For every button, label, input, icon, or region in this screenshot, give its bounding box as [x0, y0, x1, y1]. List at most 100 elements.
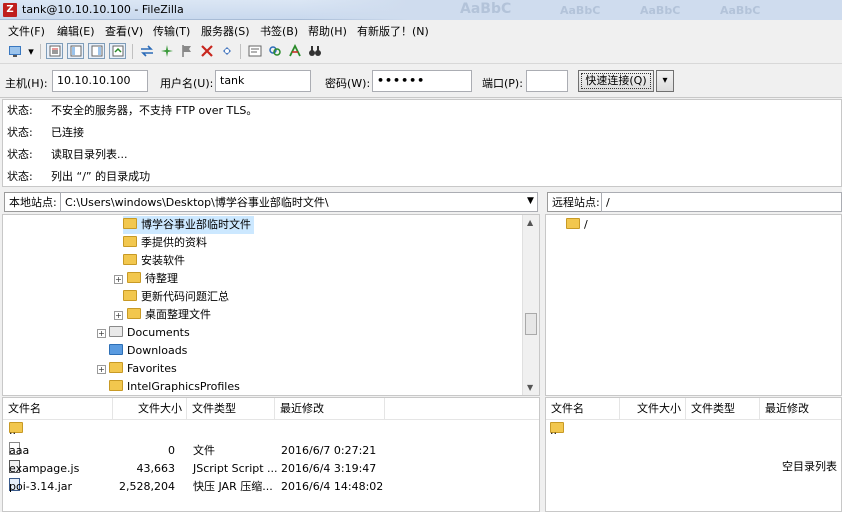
compare-icon[interactable]	[266, 43, 283, 59]
file-name: aaa	[9, 444, 30, 457]
filter-icon[interactable]	[246, 43, 263, 59]
scroll-thumb[interactable]	[525, 313, 537, 335]
tree-expander[interactable]: +	[114, 311, 123, 320]
tree-node[interactable]: 安装软件	[123, 252, 185, 270]
column-header-type[interactable]: 文件类型	[187, 398, 275, 420]
local-directory-tree[interactable]: 博学谷事业部临时文件 季提供的资料 安装软件 + 待整理 更新代码问题汇总 + …	[2, 214, 540, 396]
log-line: 状态: 不安全的服务器，不支持 FTP over TLS。	[7, 100, 257, 122]
file-type: JScript Script ...	[193, 462, 278, 475]
tree-expander[interactable]: +	[114, 275, 123, 284]
ghost-style-preview: AaBbC	[640, 4, 681, 17]
file-size: 0	[168, 444, 175, 457]
file-row[interactable]: aaa 0 文件 2016/6/7 0:27:21	[3, 442, 539, 460]
column-header-type[interactable]: 文件类型	[686, 398, 760, 420]
port-input[interactable]	[526, 70, 568, 92]
tree-node-label: Favorites	[127, 362, 177, 375]
column-header-size[interactable]: 文件大小	[620, 398, 686, 420]
filezilla-icon: Z	[3, 3, 17, 17]
menu-transfer[interactable]: 传输(T)	[153, 23, 190, 39]
remote-directory-tree[interactable]: /	[545, 214, 842, 396]
menu-update-available[interactable]: 有新版了！(N)	[357, 23, 429, 39]
host-input[interactable]: 10.10.10.100	[52, 70, 148, 92]
column-header-modified[interactable]: 最近修改	[760, 398, 841, 420]
column-header-size[interactable]: 文件大小	[113, 398, 187, 420]
local-file-list-header: 文件名 文件大小 文件类型 最近修改	[3, 398, 539, 420]
remote-file-list-header: 文件名 文件大小 文件类型 最近修改	[546, 398, 841, 420]
menu-help[interactable]: 帮助(H)	[308, 23, 347, 39]
remote-file-list[interactable]: 文件名 文件大小 文件类型 最近修改 .. 空目录列表	[545, 397, 842, 512]
reconnect-icon[interactable]	[218, 43, 235, 59]
file-name: ..	[9, 424, 16, 437]
file-type: 文件	[193, 444, 215, 457]
remote-path-input[interactable]: /	[601, 192, 842, 212]
log-status-text: 不安全的服务器，不支持 FTP over TLS。	[51, 104, 258, 117]
quickconnect-bar: 主机(H): 10.10.10.100 用户名(U): tank 密码(W): …	[0, 64, 842, 98]
local-file-list[interactable]: 文件名 文件大小 文件类型 最近修改 .. aaa 0 文件 2016/6/7 …	[2, 397, 540, 512]
tree-node-label: 桌面整理文件	[145, 308, 211, 321]
column-header-name[interactable]: 文件名	[3, 398, 113, 420]
local-site-label: 本地站点:	[4, 192, 62, 212]
remote-site-bar: 远程站点: /	[545, 192, 842, 214]
toggle-remote-tree-icon[interactable]	[88, 43, 105, 59]
file-row[interactable]: poi-3.14.jar 2,528,204 快压 JAR 压缩... 2016…	[3, 478, 539, 496]
file-modified: 2016/6/7 0:27:21	[281, 444, 377, 457]
scroll-down-icon[interactable]: ▼	[527, 383, 533, 392]
tree-node[interactable]: IntelGraphicsProfiles	[109, 378, 240, 395]
menu-server[interactable]: 服务器(S)	[201, 23, 250, 39]
menu-view[interactable]: 查看(V)	[105, 23, 143, 39]
tree-node[interactable]: 季提供的资料	[123, 234, 207, 252]
scroll-up-icon[interactable]: ▲	[527, 218, 533, 227]
column-header-modified[interactable]: 最近修改	[275, 398, 385, 420]
menu-bookmarks[interactable]: 书签(B)	[260, 23, 298, 39]
remote-site-label: 远程站点:	[547, 192, 605, 212]
toggle-queue-icon[interactable]	[109, 43, 126, 59]
favorites-folder-icon	[109, 362, 123, 373]
tree-node[interactable]: Downloads	[109, 342, 187, 360]
username-input[interactable]: tank	[215, 70, 311, 92]
file-row[interactable]: ..	[3, 422, 539, 440]
local-tree-scrollbar[interactable]: ▲ ▼	[522, 215, 539, 395]
tree-node-label: IntelGraphicsProfiles	[127, 380, 240, 393]
refresh-icon[interactable]	[138, 43, 155, 59]
tree-node[interactable]: /	[566, 216, 588, 234]
tree-node-label: Documents	[127, 326, 190, 339]
local-site-bar: 本地站点: C:\Users\windows\Desktop\博学谷事业部临时文…	[2, 192, 540, 214]
tree-expander[interactable]: +	[97, 329, 106, 338]
quickconnect-button[interactable]: 快速连接(Q)	[578, 70, 654, 92]
chevron-down-icon[interactable]: ▾	[26, 43, 36, 59]
local-path-input[interactable]: C:\Users\windows\Desktop\博学谷事业部临时文件\	[60, 192, 538, 212]
menu-file[interactable]: 文件(F)	[8, 23, 45, 39]
sync-browse-icon[interactable]	[286, 43, 303, 59]
tree-node[interactable]: 待整理	[127, 270, 178, 288]
log-status-key: 状态:	[7, 148, 33, 161]
find-binoculars-icon[interactable]	[306, 43, 323, 59]
downloads-folder-icon	[109, 344, 123, 355]
tree-node[interactable]: 博学谷事业部临时文件	[123, 216, 254, 234]
cancel-flag-icon[interactable]	[178, 43, 195, 59]
tree-expander[interactable]: +	[97, 365, 106, 374]
file-row[interactable]: ..	[546, 422, 841, 440]
column-header-name[interactable]: 文件名	[546, 398, 620, 420]
chevron-down-icon[interactable]: ▼	[527, 196, 534, 206]
quickconnect-dropdown-button[interactable]: ▾	[656, 70, 674, 92]
window-title: tank@10.10.10.100 - FileZilla	[22, 3, 184, 16]
tree-node[interactable]: Favorites	[109, 360, 177, 378]
file-row[interactable]: exampage.js 43,663 JScript Script ... 20…	[3, 460, 539, 478]
tree-node[interactable]: 更新代码问题汇总	[123, 288, 229, 306]
log-status-key: 状态:	[7, 104, 33, 117]
tree-node-label: /	[584, 218, 588, 231]
folder-icon	[566, 218, 580, 229]
site-manager-icon[interactable]	[6, 43, 23, 59]
ghost-style-preview: AaBbC	[560, 4, 601, 17]
toggle-log-icon[interactable]	[46, 43, 63, 59]
message-log[interactable]: 状态: 不安全的服务器，不支持 FTP over TLS。 状态: 已连接 状态: 读…	[2, 99, 842, 187]
folder-icon	[123, 236, 137, 247]
toggle-local-tree-icon[interactable]	[67, 43, 84, 59]
disconnect-icon[interactable]	[198, 43, 215, 59]
menu-edit[interactable]: 编辑(E)	[57, 23, 95, 39]
tree-node[interactable]: 桌面整理文件	[127, 306, 211, 324]
folder-icon	[109, 380, 123, 391]
password-input[interactable]: ••••••	[372, 70, 472, 92]
process-queue-icon[interactable]	[158, 43, 175, 59]
tree-node[interactable]: Documents	[109, 324, 190, 342]
